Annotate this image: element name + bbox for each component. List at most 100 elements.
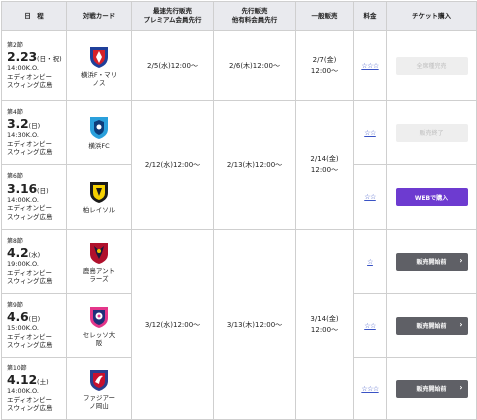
chevron-right-icon: ›: [459, 319, 463, 329]
price-cell: ☆☆: [353, 164, 387, 230]
yokohama-fm-crest-icon: [90, 46, 108, 68]
purchase-cell: 販売開始前 ›: [386, 357, 477, 420]
kickoff-time: 14:00K.O.: [7, 195, 39, 204]
match-date-cell: 第10節 4.12(土) 14:00K.O. エディオンピー スウィング広島: [1, 357, 67, 420]
header-purchase: チケット購入: [386, 1, 477, 31]
opponent-name-line1: 鹿島アント: [82, 266, 116, 275]
before-sale-button[interactable]: 販売開始前 ›: [395, 316, 468, 335]
header-presale-premium-line2: プレミアム会員先行: [143, 16, 202, 24]
match-date: 4.12: [7, 372, 38, 387]
opponent-cell: ファジアー ノ岡山: [66, 357, 132, 420]
general-sale-date: 2/14(金): [310, 155, 339, 163]
price-link[interactable]: ☆: [367, 258, 373, 266]
header-general-sale: 一般販売: [295, 1, 354, 31]
price-link[interactable]: ☆☆☆: [361, 62, 379, 70]
match-weekday: (日・祝): [37, 55, 62, 63]
price-link[interactable]: ☆☆☆: [361, 385, 379, 393]
table-row: 第2節 2.23(日・祝) 14:00K.O. エディオンピー スウィング広島 …: [1, 30, 477, 101]
kickoff-time: 14:00K.O.: [7, 387, 39, 395]
presale-premium-cell: 2/5(水)12:00〜: [131, 30, 214, 101]
chevron-right-icon: ›: [459, 255, 463, 265]
match-weekday: (土): [37, 378, 49, 386]
venue-line2: スウィング広島: [7, 341, 53, 349]
header-presale-members-line1: 先行販売: [241, 7, 268, 15]
match-date: 3.16: [7, 180, 38, 196]
before-sale-button[interactable]: 販売開始前 ›: [395, 379, 468, 398]
presale-members-cell: 2/13(木)12:00〜: [213, 100, 296, 230]
purchase-cell: 販売開始前 ›: [386, 229, 477, 294]
venue-line1: エディオンピー: [7, 332, 53, 341]
match-date-cell: 第4節 3.2(日) 14:30K.O. エディオンピー スウィング広島: [1, 100, 67, 165]
general-sale-time: 12:00〜: [310, 325, 339, 334]
table-row: 第8節 4.2(水) 19:00K.O. エディオンピー スウィング広島 鹿島ア…: [1, 229, 477, 420]
price-cell: ☆☆: [353, 293, 387, 358]
web-purchase-button[interactable]: WEBで購入: [395, 188, 468, 206]
opponent-name-line2: ラーズ: [89, 274, 109, 283]
cerezo-crest-icon: [90, 306, 108, 328]
venue-line2: スウィング広島: [7, 212, 53, 221]
venue-line1: エディオンピー: [7, 139, 53, 148]
venue-line2: スウィング広島: [7, 81, 53, 89]
before-sale-label: 販売開始前: [416, 386, 447, 393]
kickoff-time: 14:00K.O.: [7, 64, 39, 72]
opponent-name-line2: ノ岡山: [89, 401, 109, 410]
header-presale-premium: 最速先行販売 プレミアム会員先行: [131, 1, 214, 31]
match-date: 4.6: [7, 309, 29, 324]
before-sale-label: 販売開始前: [416, 323, 447, 330]
general-sale-cell: 2/14(金) 12:00〜: [295, 100, 354, 230]
presale-members-cell: 2/6(木)12:00〜: [213, 30, 296, 101]
match-date: 3.2: [7, 116, 29, 131]
purchase-cell: 販売開始前 ›: [386, 293, 477, 358]
opponent-name-line2: 阪: [95, 338, 103, 347]
match-schedule-table: 日 程 対戦カード 最速先行販売 プレミアム会員先行 先行販売 他有料会員先行 一般…: [1, 1, 477, 420]
header-price: 料金: [353, 1, 387, 31]
venue-line2: スウィング広島: [7, 277, 53, 285]
general-sale-time: 12:00〜: [310, 66, 339, 75]
general-sale-date: 2/7(金): [312, 55, 337, 64]
price-link[interactable]: ☆☆: [364, 322, 376, 330]
price-link[interactable]: ☆☆: [364, 193, 376, 201]
match-date-cell: 第6節 3.16(日) 14:00K.O. エディオンピー スウィング広島: [1, 164, 67, 230]
yokohama-fc-crest-icon: [90, 116, 108, 139]
price-cell: ☆☆: [353, 100, 387, 165]
purchase-cell: 全席種完売: [386, 30, 477, 101]
purchase-cell: 販売終了: [386, 100, 477, 165]
kickoff-time: 14:30K.O.: [7, 131, 39, 139]
opponent-name-line1: セレッソ大: [82, 330, 116, 339]
general-sale-time: 12:00〜: [310, 166, 339, 174]
purchase-cell: WEBで購入: [386, 164, 477, 230]
venue-line1: エディオンピー: [7, 204, 53, 212]
sold-out-button: 全席種完売: [395, 56, 468, 75]
opponent-cell: セレッソ大 阪: [66, 293, 132, 358]
kickoff-time: 15:00K.O.: [7, 324, 39, 332]
price-cell: ☆: [353, 229, 387, 294]
header-presale-members-line2: 他有料会員先行: [231, 16, 278, 24]
header-date: 日 程: [1, 1, 67, 31]
opponent-name-line1: ファジアー: [82, 393, 116, 402]
match-date-cell: 第2節 2.23(日・祝) 14:00K.O. エディオンピー スウィング広島: [1, 30, 67, 101]
match-weekday: (日): [28, 315, 41, 323]
opponent-name-line1: 横浜FC: [88, 141, 110, 150]
before-sale-label: 販売開始前: [416, 259, 447, 266]
header-match: 対戦カード: [66, 1, 132, 31]
kashima-crest-icon: [90, 242, 108, 264]
table-header-row: 日 程 対戦カード 最速先行販売 プレミアム会員先行 先行販売 他有料会員先行 一般…: [1, 1, 477, 31]
match-weekday: (日): [37, 186, 49, 195]
match-weekday: (日): [28, 122, 41, 130]
presale-premium-cell: 2/12(水)12:00〜: [131, 100, 214, 230]
price-cell: ☆☆☆: [353, 357, 387, 420]
match-date: 2.23: [7, 49, 38, 64]
kashiwa-crest-icon: [90, 182, 108, 203]
opponent-cell: 横浜FC: [66, 100, 132, 165]
header-presale-members: 先行販売 他有料会員先行: [213, 1, 296, 31]
opponent-cell: 横浜F・マリ ノス: [66, 30, 132, 101]
kickoff-time: 19:00K.O.: [7, 260, 39, 268]
header-presale-premium-line1: 最速先行販売: [153, 7, 192, 15]
presale-members-cell: 3/13(木)12:00〜: [213, 229, 296, 420]
chevron-right-icon: ›: [459, 382, 463, 392]
price-link[interactable]: ☆☆: [364, 129, 376, 137]
match-date-cell: 第8節 4.2(水) 19:00K.O. エディオンピー スウィング広島: [1, 229, 67, 294]
before-sale-button[interactable]: 販売開始前 ›: [395, 252, 468, 271]
general-sale-date: 3/14(金): [310, 314, 339, 323]
sales-ended-button: 販売終了: [395, 123, 468, 142]
